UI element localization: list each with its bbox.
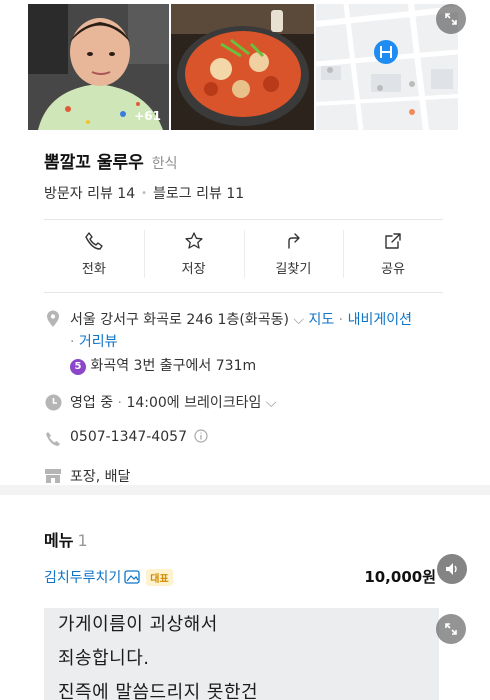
subway-line-badge: 5 [70,359,86,375]
menu-count: 1 [77,531,88,550]
photo-child[interactable]: +61 [28,4,169,130]
chevron-down-icon[interactable]: ⌵ [293,312,304,328]
chevron-down-icon[interactable]: ⌵ [266,395,277,411]
menu-item[interactable]: 김치두루치기 대표 [44,567,173,587]
hours-detail: 14:00에 브레이크타임 [126,395,262,411]
expand-icon [445,13,457,25]
address-row: 서울 강서구 화곡로 246 1층(화곡동) ⌵ 지도 · 내비게이션 [70,309,412,329]
image-icon [124,570,140,584]
photo-count-badge: +61 [134,109,161,123]
phone-icon [85,232,103,250]
caption-line-1: 가게이름이 괴상해서 [58,614,218,635]
street-view-row: · 거리뷰 [70,331,118,351]
address-text: 서울 강서구 화곡로 246 1층(화곡동) [70,312,289,328]
visitor-review-link[interactable]: 방문자 리뷰 14 [44,183,135,203]
map-link[interactable]: 지도 [308,312,334,328]
separator-dot: • [141,187,148,199]
speaker-icon [446,563,457,575]
expand-icon [445,623,457,635]
hours-status: 영업 중 [70,395,114,411]
divider [44,219,443,220]
services-text: 포장, 배달 [70,469,131,485]
services-row: 포장, 배달 [70,466,130,486]
store-icon [44,467,62,485]
phone-number[interactable]: 0507-1347-4057 [70,429,187,445]
divider [44,292,443,293]
place-title: 뽐깔꼬 울루우 한식 [44,148,178,173]
directions-button[interactable]: 길찾기 [243,224,344,284]
separator-dot: · [117,395,122,411]
representative-badge: 대표 [146,568,173,586]
place-category: 한식 [151,156,178,172]
navigation-link[interactable]: 내비게이션 [348,312,412,328]
menu-item-name[interactable]: 김치두루치기 [44,567,121,587]
directions-label: 길찾기 [275,262,312,277]
sound-button[interactable] [437,554,467,584]
expand-caption-button[interactable] [436,614,466,644]
share-icon [385,233,401,249]
caption-box: 가게이름이 괴상해서 죄송합니다. 진즉에 말씀드리지 못한건 [44,608,439,700]
action-bar: 전화 저장 길찾기 공유 [44,224,443,284]
directions-arrow-icon [288,233,301,249]
subway-text: 화곡역 3번 출구에서 731m [90,358,257,374]
share-button[interactable]: 공유 [343,224,443,284]
star-icon [184,232,203,249]
expand-gallery-button[interactable] [436,4,466,34]
phone-row[interactable]: 0507-1347-4057 [70,429,209,445]
share-label: 공유 [381,262,406,277]
save-label: 저장 [181,262,206,277]
hours-row[interactable]: 영업 중 · 14:00에 브레이크타임 ⌵ [70,392,277,412]
menu-title: 메뉴 [44,531,74,550]
photo-food[interactable] [171,4,314,130]
save-button[interactable]: 저장 [143,224,244,284]
separator-dot: · [70,334,75,350]
info-icon[interactable] [194,429,209,443]
blog-review-link[interactable]: 블로그 리뷰 11 [153,183,244,203]
caption-line-2: 죄송합니다. [58,648,150,669]
location-pin-icon [44,310,62,328]
review-counts: 방문자 리뷰 14 • 블로그 리뷰 11 [44,183,244,203]
caption-line-3: 진즉에 말씀드리지 못한건 [58,682,259,700]
menu-item-price: 10,000원 [364,568,436,586]
food-photo-illustration [171,4,314,130]
call-button[interactable]: 전화 [44,224,144,284]
place-name: 뽐깔꼬 울루우 [44,153,144,173]
separator-dot: · [338,312,344,328]
menu-heading: 메뉴 1 [44,527,88,551]
section-separator [0,485,490,495]
clock-icon [44,393,62,411]
call-label: 전화 [81,262,106,277]
phone-icon [44,430,62,448]
street-view-link[interactable]: 거리뷰 [79,334,118,350]
photo-gallery: +61 [28,0,458,131]
subway-row: 5 화곡역 3번 출구에서 731m [70,355,256,375]
